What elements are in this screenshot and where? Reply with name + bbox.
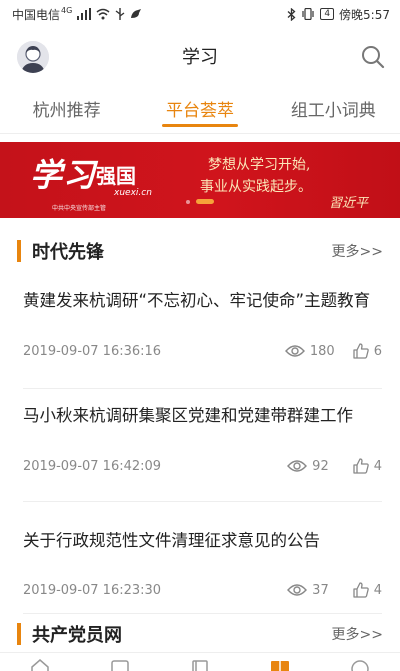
list-item[interactable]: 关于行政规范性文件清理征求意见的公告 2019-09-07 16:23:30 3… [23,502,382,614]
banner-slogan-line1: 梦想从学习开始, [208,157,311,173]
like-count[interactable]: 4 [353,582,382,598]
bottom-nav [0,652,400,671]
wifi-icon [96,8,110,20]
banner-url: xuexi.cn [114,188,152,198]
battery-indicator: 4 [320,8,335,20]
app-header: 学习 [0,28,400,84]
section-accent-bar [17,240,21,262]
section-header-pioneers: 时代先锋 更多>> [0,226,400,276]
network-label: 4G [61,5,73,15]
banner-logo-main: 学习 [30,156,97,194]
section-header-party-member-net: 共产党员网 更多>> [0,614,400,654]
banner-slogan: 梦想从学习开始, 事业从实践起步。 [200,154,312,198]
eye-icon [284,345,305,357]
tab-platform-collection[interactable]: 平台荟萃 [133,84,266,133]
banner-org: 中共中央宣传部主管 [52,205,107,212]
view-count-value: 92 [312,458,329,474]
tab-label: 平台荟萃 [165,101,234,121]
list-item[interactable]: 黄建发来杭调研“不忘初心、牢记使命”主题教育 2019-09-07 16:36:… [23,276,382,389]
app-notification-icon [131,9,142,18]
news-stats: 180 6 [284,343,382,359]
carrier-label: 中国电信 [12,7,61,22]
usb-icon [115,8,125,20]
eye-icon [287,460,308,472]
tab-label: 组工小词典 [290,101,376,121]
thumbs-up-icon [353,458,369,474]
banner-logo-sub: 强国 [96,164,136,188]
banner-logo: 学习 强国 xuexi.cn 中共中央宣传部主管 [30,150,152,212]
carousel-dot[interactable] [186,199,190,204]
more-link[interactable]: 更多>> [332,241,383,261]
promo-banner[interactable]: 学习 强国 xuexi.cn 中共中央宣传部主管 梦想从学习开始, 事业从实践起… [0,142,400,218]
section-title-wrap: 时代先锋 [17,238,104,264]
carousel-dot-active[interactable] [196,199,214,204]
user-avatar-icon [17,41,49,73]
section-title-wrap: 共产党员网 [17,621,122,647]
status-left: 中国电信 4G [12,6,142,23]
news-meta: 2019-09-07 16:42:09 92 4 [23,458,382,474]
search-icon [362,46,385,69]
view-count: 37 [287,583,329,598]
news-stats: 37 4 [287,582,382,598]
signal-icon [77,8,92,20]
view-count-value: 37 [312,582,329,598]
view-count: 92 [287,459,329,474]
thumbs-up-icon [353,582,369,598]
news-date: 2019-09-07 16:42:09 [23,458,162,474]
like-count-value: 4 [373,582,382,598]
carousel-indicator [186,199,214,204]
news-title: 关于行政规范性文件清理征求意见的公告 [23,531,320,550]
vibrate-icon [302,8,314,20]
section-title: 共产党员网 [32,625,122,646]
view-count: 180 [284,343,335,359]
tab-label: 杭州推荐 [32,101,101,121]
home-icon[interactable] [30,657,50,671]
news-title: 马小秋来杭调研集聚区党建和党建带群建工作 [23,406,353,425]
news-date: 2019-09-07 16:23:30 [23,582,162,598]
news-meta: 2019-09-07 16:36:16 180 6 [23,343,382,359]
banner-slogan-line2: 事业从实践起步。 [200,179,312,195]
page-title: 学习 [182,47,218,68]
news-date: 2019-09-07 16:36:16 [23,343,162,359]
status-right: 4 傍晚5:57 [287,6,390,23]
profile-icon[interactable] [350,657,370,671]
like-count[interactable]: 6 [353,343,382,359]
avatar[interactable] [17,41,49,73]
status-bar: 中国电信 4G 4 傍晚5:57 [0,0,400,28]
like-count-value: 6 [373,343,382,359]
list-item[interactable]: 马小秋来杭调研集聚区党建和党建带群建工作 2019-09-07 16:42:09… [23,389,382,502]
news-meta: 2019-09-07 16:23:30 37 4 [23,582,382,598]
book-icon[interactable] [270,657,290,671]
active-tab-indicator [161,124,238,127]
bluetooth-icon [287,7,296,21]
news-title: 黄建发来杭调研“不忘初心、牢记使命”主题教育 [23,291,371,310]
news-stats: 92 4 [287,458,382,474]
tab-hangzhou-recommend[interactable]: 杭州推荐 [0,84,133,133]
more-link[interactable]: 更多>> [332,624,383,644]
tab-bar: 杭州推荐 平台荟萃 组工小词典 [0,84,400,134]
like-count-value: 4 [373,458,382,474]
clock-label: 傍晚5:57 [339,7,390,22]
tab-glossary[interactable]: 组工小词典 [267,84,400,133]
section-title: 时代先锋 [32,242,104,263]
search-button[interactable] [360,44,386,70]
banner-signature: 習近平 [328,196,368,211]
thumbs-up-icon [353,343,369,359]
eye-icon [287,584,308,596]
section-accent-bar [17,623,21,645]
square-icon[interactable] [110,657,130,671]
like-count[interactable]: 4 [353,458,382,474]
document-icon[interactable] [190,657,210,671]
view-count-value: 180 [309,343,335,359]
